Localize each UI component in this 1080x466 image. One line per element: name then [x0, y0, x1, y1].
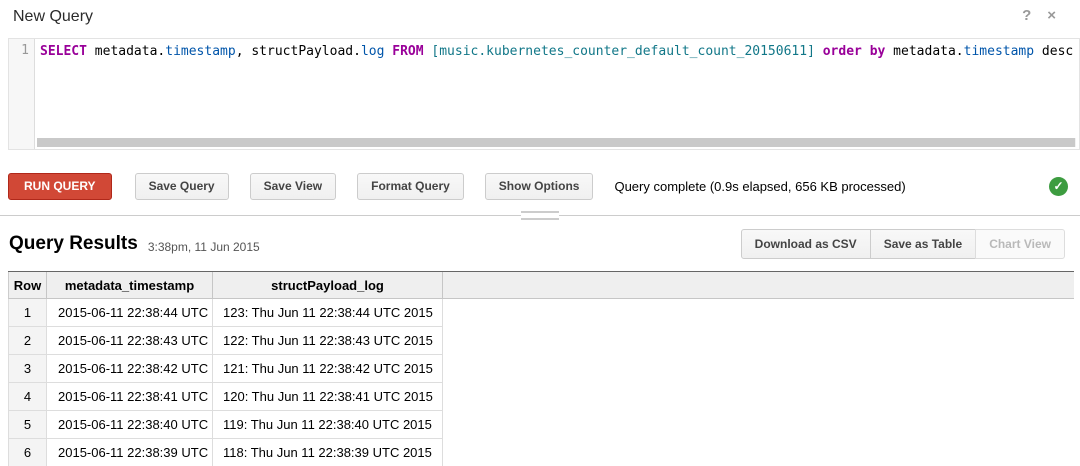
column-header-structpayload-log: structPayload_log [213, 272, 443, 298]
cell-row-number: 5 [9, 411, 47, 438]
table-row: 1 2015-06-11 22:38:44 UTC 123: Thu Jun 1… [8, 299, 443, 327]
cell-metadata-timestamp: 2015-06-11 22:38:39 UTC [47, 439, 213, 466]
panel-titlebar: New Query ? × [0, 0, 1080, 32]
cell-row-number: 3 [9, 355, 47, 382]
save-as-table-button[interactable]: Save as Table [870, 229, 977, 259]
sql-token: metadata. [87, 44, 165, 59]
sql-token: log [361, 44, 384, 59]
table-row: 3 2015-06-11 22:38:42 UTC 121: Thu Jun 1… [8, 355, 443, 383]
sql-token [862, 44, 870, 59]
editor-hscrollbar-track [37, 138, 1076, 147]
save-view-button[interactable]: Save View [250, 173, 337, 200]
cell-row-number: 2 [9, 327, 47, 354]
run-query-button[interactable]: RUN QUERY [8, 173, 112, 200]
sql-code-line[interactable]: SELECT metadata.timestamp, structPayload… [35, 39, 1079, 149]
line-number: 1 [21, 43, 29, 58]
column-header-filler [443, 272, 1074, 298]
table-header-row: Row metadata_timestamp structPayload_log [8, 272, 1074, 299]
table-row: 5 2015-06-11 22:38:40 UTC 119: Thu Jun 1… [8, 411, 443, 439]
sql-token: [music.kubernetes_counter_default_count_… [431, 44, 815, 59]
results-table: Row metadata_timestamp structPayload_log… [8, 271, 1074, 466]
cell-structpayload-log: 120: Thu Jun 11 22:38:41 UTC 2015 [213, 383, 443, 410]
sql-query-editor[interactable]: 1 SELECT metadata.timestamp, structPaylo… [8, 38, 1080, 150]
results-header: Query Results 3:38pm, 11 Jun 2015 Downlo… [9, 227, 1065, 261]
download-csv-button[interactable]: Download as CSV [741, 229, 871, 259]
save-query-button[interactable]: Save Query [135, 173, 229, 200]
cell-row-number: 6 [9, 439, 47, 466]
cell-structpayload-log: 121: Thu Jun 11 22:38:42 UTC 2015 [213, 355, 443, 382]
column-header-row: Row [9, 272, 47, 298]
show-options-button[interactable]: Show Options [485, 173, 594, 200]
cell-structpayload-log: 123: Thu Jun 11 22:38:44 UTC 2015 [213, 299, 443, 326]
results-actions-group: Download as CSV Save as Table Chart View [741, 229, 1065, 259]
cell-row-number: 4 [9, 383, 47, 410]
table-row: 4 2015-06-11 22:38:41 UTC 120: Thu Jun 1… [8, 383, 443, 411]
cell-metadata-timestamp: 2015-06-11 22:38:44 UTC [47, 299, 213, 326]
sql-token: desc [1034, 44, 1073, 59]
query-toolbar: RUN QUERY Save Query Save View Format Qu… [8, 172, 1068, 200]
sql-token: SELECT [40, 44, 87, 59]
cell-row-number: 1 [9, 299, 47, 326]
table-row: 6 2015-06-11 22:38:39 UTC 118: Thu Jun 1… [8, 439, 443, 466]
sql-token: metadata. [885, 44, 963, 59]
editor-gutter: 1 [9, 39, 35, 149]
table-body: 1 2015-06-11 22:38:44 UTC 123: Thu Jun 1… [8, 299, 1074, 466]
cell-metadata-timestamp: 2015-06-11 22:38:43 UTC [47, 327, 213, 354]
help-icon[interactable]: ? [1022, 8, 1031, 24]
page-title: New Query [13, 8, 93, 26]
query-status-text: Query complete (0.9s elapsed, 656 KB pro… [614, 179, 905, 194]
format-query-button[interactable]: Format Query [357, 173, 464, 200]
results-timestamp: 3:38pm, 11 Jun 2015 [148, 240, 260, 254]
cell-structpayload-log: 119: Thu Jun 11 22:38:40 UTC 2015 [213, 411, 443, 438]
sql-token: order [823, 44, 862, 59]
sql-token: by [870, 44, 886, 59]
panel-splitter [0, 211, 1080, 220]
cell-structpayload-log: 118: Thu Jun 11 22:38:39 UTC 2015 [213, 439, 443, 466]
success-check-icon: ✓ [1049, 177, 1068, 196]
close-icon[interactable]: × [1047, 8, 1056, 24]
cell-metadata-timestamp: 2015-06-11 22:38:42 UTC [47, 355, 213, 382]
editor-hscrollbar-thumb[interactable] [37, 138, 1075, 147]
results-title: Query Results [9, 233, 138, 255]
column-header-metadata-timestamp: metadata_timestamp [47, 272, 213, 298]
cell-structpayload-log: 122: Thu Jun 11 22:38:43 UTC 2015 [213, 327, 443, 354]
sql-token: , structPayload. [236, 44, 361, 59]
sql-token: timestamp [964, 44, 1034, 59]
table-row: 2 2015-06-11 22:38:43 UTC 122: Thu Jun 1… [8, 327, 443, 355]
splitter-grip-handle[interactable] [521, 211, 559, 220]
sql-token: FROM [392, 44, 423, 59]
sql-token: timestamp [165, 44, 235, 59]
cell-metadata-timestamp: 2015-06-11 22:38:41 UTC [47, 383, 213, 410]
sql-token [815, 44, 823, 59]
cell-metadata-timestamp: 2015-06-11 22:38:40 UTC [47, 411, 213, 438]
window-icons: ? × [1022, 8, 1056, 24]
chart-view-button: Chart View [975, 229, 1065, 259]
